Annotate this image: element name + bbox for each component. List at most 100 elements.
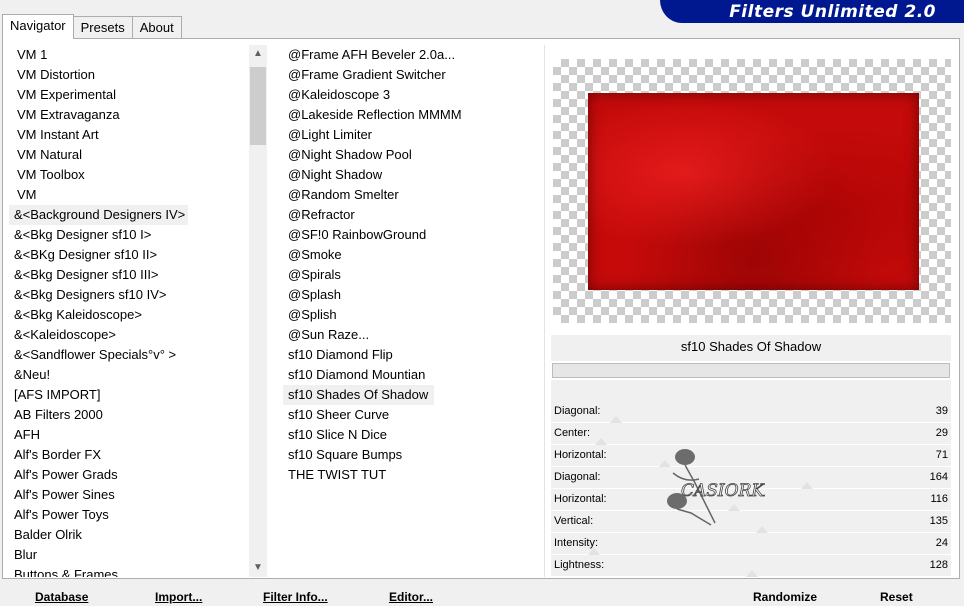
param-value: 39 xyxy=(935,405,948,417)
category-item[interactable]: Alf's Border FX xyxy=(9,445,249,465)
category-item[interactable]: VM Instant Art xyxy=(9,125,249,145)
filter-item[interactable]: sf10 Slice N Dice xyxy=(283,425,543,445)
param-slider[interactable]: Vertical: 135 xyxy=(551,511,951,533)
slider-track[interactable] xyxy=(551,548,951,555)
slider-thumb[interactable] xyxy=(610,416,623,423)
filter-item[interactable]: @Light Limiter xyxy=(283,125,543,145)
tab-presets[interactable]: Presets xyxy=(72,16,133,38)
filter-item[interactable]: @Frame AFH Beveler 2.0a... xyxy=(283,45,543,65)
filter-item[interactable]: @Splash xyxy=(283,285,543,305)
category-item[interactable]: Blur xyxy=(9,545,249,565)
slider-track[interactable] xyxy=(551,526,951,533)
filter-item[interactable]: @Spirals xyxy=(283,265,543,285)
category-item[interactable]: Alf's Power Toys xyxy=(9,505,249,525)
scroll-down-icon[interactable]: ▼ xyxy=(249,559,267,577)
category-item[interactable]: Alf's Power Sines xyxy=(9,485,249,505)
category-item[interactable]: VM 1 xyxy=(9,45,249,65)
import-button[interactable]: Import... xyxy=(155,590,202,604)
editor-button[interactable]: Editor... xyxy=(389,590,433,604)
slider-thumb[interactable] xyxy=(745,570,758,577)
filter-list[interactable]: @Frame AFH Beveler 2.0a... @Frame Gradien… xyxy=(283,45,543,577)
filter-item[interactable]: @Sun Raze... xyxy=(283,325,543,345)
category-item[interactable]: &<Kaleidoscope> xyxy=(9,325,249,345)
category-item[interactable]: AB Filters 2000 xyxy=(9,405,249,425)
filter-item[interactable]: @Splish xyxy=(283,305,543,325)
param-value: 128 xyxy=(929,559,948,571)
category-item[interactable]: &<Bkg Kaleidoscope> xyxy=(9,305,249,325)
slider-thumb[interactable] xyxy=(595,438,608,445)
param-value: 164 xyxy=(929,471,948,483)
slider-track[interactable] xyxy=(551,460,951,467)
category-item[interactable]: &<Bkg Designer sf10 III> xyxy=(9,265,249,285)
category-item[interactable]: VM Experimental xyxy=(9,85,249,105)
randomize-button[interactable]: Randomize xyxy=(753,590,817,604)
title-banner: Filters Unlimited 2.0 xyxy=(660,0,964,23)
filter-item[interactable]: @Frame Gradient Switcher xyxy=(283,65,543,85)
category-item[interactable]: &<Background Designers IV> xyxy=(9,205,189,225)
tab-bar: Navigator Presets About xyxy=(2,14,182,39)
param-value: 71 xyxy=(935,449,948,461)
category-item[interactable]: Alf's Power Grads xyxy=(9,465,249,485)
param-slider[interactable]: Diagonal: 164 xyxy=(551,467,951,489)
filter-item[interactable]: sf10 Square Bumps xyxy=(283,445,543,465)
tab-navigator[interactable]: Navigator xyxy=(2,14,74,39)
category-item[interactable]: &<Bkg Designer sf10 I> xyxy=(9,225,249,245)
category-item[interactable]: VM Toolbox xyxy=(9,165,249,185)
slider-thumb[interactable] xyxy=(756,526,769,533)
tab-about[interactable]: About xyxy=(131,16,182,38)
param-label: Center: xyxy=(554,427,591,439)
param-slider[interactable]: Center: 29 xyxy=(551,423,951,445)
category-item[interactable]: VM Natural xyxy=(9,145,249,165)
param-slider[interactable]: Lightness: 128 xyxy=(551,555,951,577)
param-label: Horizontal: xyxy=(554,493,607,505)
category-item[interactable]: Balder Olrik xyxy=(9,525,249,545)
slider-track[interactable] xyxy=(551,416,951,423)
category-item[interactable]: Buttons & Frames xyxy=(9,565,249,577)
filter-item[interactable]: @Smoke xyxy=(283,245,543,265)
slider-thumb[interactable] xyxy=(659,460,672,467)
filter-item[interactable]: @Lakeside Reflection MMMM xyxy=(283,105,543,125)
category-item[interactable]: VM Extravaganza xyxy=(9,105,249,125)
category-item[interactable]: &<Sandflower Specials°v° > xyxy=(9,345,249,365)
param-slider[interactable]: Horizontal: 116 xyxy=(551,489,951,511)
filter-item[interactable]: @Kaleidoscope 3 xyxy=(283,85,543,105)
parameter-sliders: Diagonal: 39 Center: 29 Horizontal: 71 Diagona… xyxy=(551,401,951,577)
slider-track[interactable] xyxy=(551,504,951,511)
filter-info-button[interactable]: Filter Info... xyxy=(263,590,328,604)
filter-item[interactable]: sf10 Diamond Mountian xyxy=(283,365,543,385)
category-item[interactable]: &Neu! xyxy=(9,365,249,385)
slider-track[interactable] xyxy=(551,438,951,445)
slider-thumb[interactable] xyxy=(727,504,740,511)
param-label: Diagonal: xyxy=(554,405,601,417)
filter-item[interactable]: @Refractor xyxy=(283,205,543,225)
filter-item[interactable]: sf10 Sheer Curve xyxy=(283,405,543,425)
category-list[interactable]: VM 1 VM Distortion VM Experimental VM Extra… xyxy=(9,45,249,577)
slider-track[interactable] xyxy=(551,482,951,489)
filter-item[interactable]: @SF!0 RainbowGround xyxy=(283,225,543,245)
param-slider[interactable]: Horizontal: 71 xyxy=(551,445,951,467)
param-slider[interactable]: Diagonal: 39 xyxy=(551,401,951,423)
category-item[interactable]: VM Distortion xyxy=(9,65,249,85)
category-item[interactable]: [AFS IMPORT] xyxy=(9,385,249,405)
database-button[interactable]: Database xyxy=(35,590,88,604)
reset-button[interactable]: Reset xyxy=(880,590,913,604)
category-scrollbar[interactable]: ▲ ▼ xyxy=(249,45,267,577)
filter-item[interactable]: @Random Smelter xyxy=(283,185,543,205)
slider-track[interactable] xyxy=(551,570,951,577)
selected-filter-name: sf10 Shades Of Shadow xyxy=(551,335,951,361)
filter-item[interactable]: @Night Shadow Pool xyxy=(283,145,543,165)
scroll-thumb[interactable] xyxy=(250,67,266,145)
category-item[interactable]: &<BKg Designer sf10 II> xyxy=(9,245,249,265)
scroll-up-icon[interactable]: ▲ xyxy=(249,45,267,63)
app-title: Filters Unlimited 2.0 xyxy=(729,2,936,22)
category-item[interactable]: AFH xyxy=(9,425,249,445)
param-slider[interactable]: Intensity: 24 xyxy=(551,533,951,555)
filter-item[interactable]: sf10 Shades Of Shadow xyxy=(283,385,435,405)
category-item[interactable]: VM xyxy=(9,185,249,205)
slider-thumb[interactable] xyxy=(587,548,600,555)
slider-thumb[interactable] xyxy=(800,482,813,489)
category-item[interactable]: &<Bkg Designers sf10 IV> xyxy=(9,285,249,305)
filter-item[interactable]: @Night Shadow xyxy=(283,165,543,185)
filter-item[interactable]: sf10 Diamond Flip xyxy=(283,345,543,365)
filter-item[interactable]: THE TWIST TUT xyxy=(283,465,543,485)
